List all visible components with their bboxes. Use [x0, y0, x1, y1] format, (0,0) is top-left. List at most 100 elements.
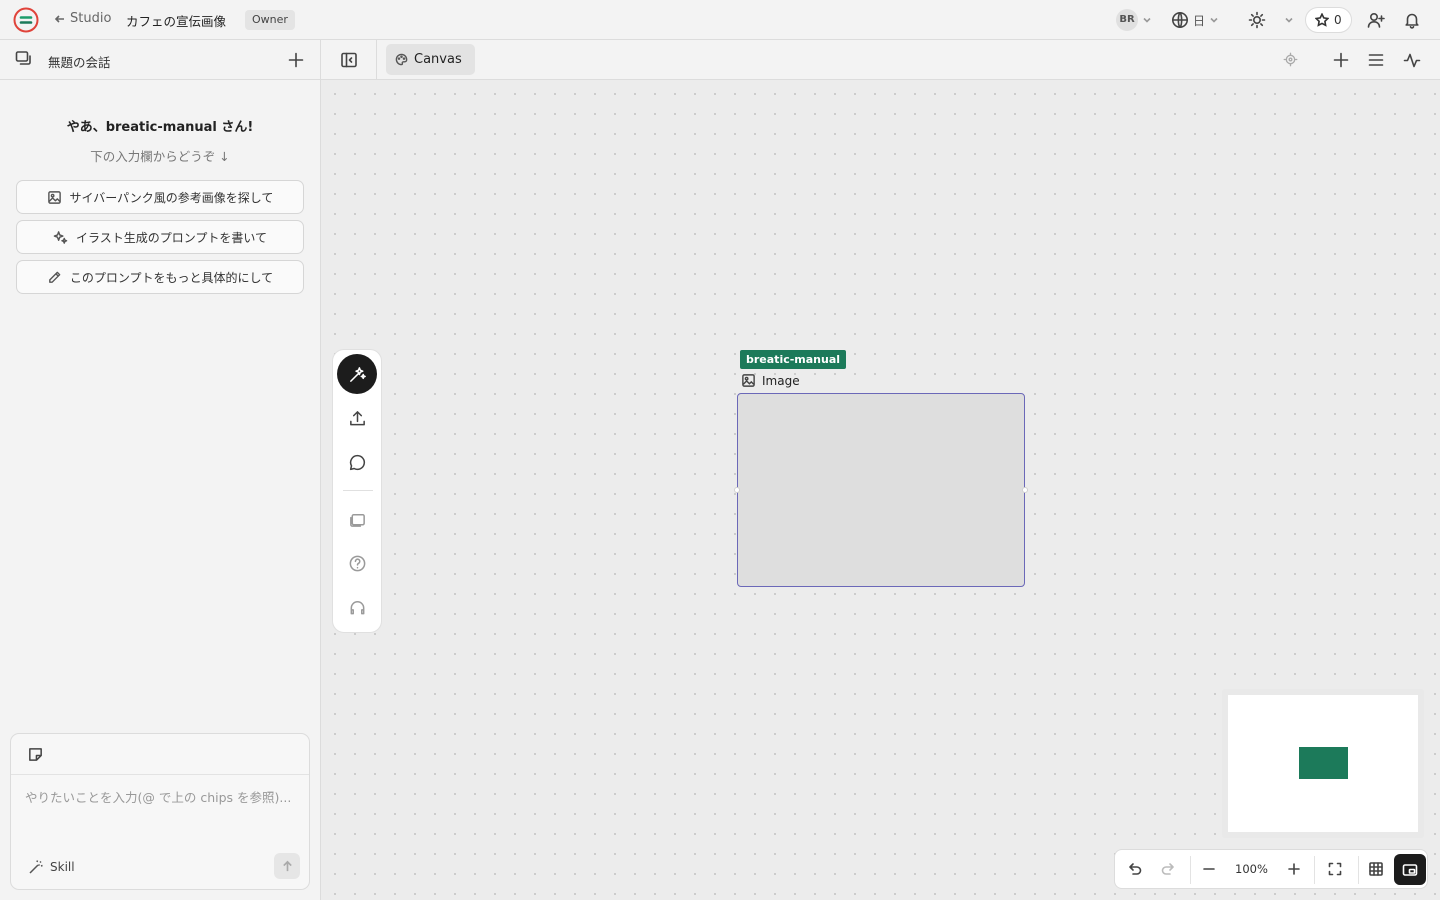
image-icon [742, 374, 755, 387]
notifications-button[interactable] [1403, 6, 1421, 34]
grid-toggle-button[interactable] [1368, 861, 1384, 877]
plus-icon [1288, 863, 1300, 875]
star-button[interactable]: 0 [1305, 6, 1352, 34]
minimap-toggle-button[interactable] [1394, 854, 1426, 885]
skill-button[interactable]: Skill [28, 859, 75, 875]
node-type-label[interactable]: Image [741, 373, 800, 388]
chip-label: イラスト生成のプロンプトを書いて [75, 230, 268, 245]
zoom-in-button[interactable] [1286, 861, 1302, 877]
chip-label: サイバーパンク風の参考画像を探して [69, 190, 274, 205]
magic-sparkle-icon [349, 366, 366, 382]
composer-divider [11, 774, 309, 775]
image-node[interactable] [734, 393, 1028, 587]
locate-button[interactable] [1283, 52, 1298, 67]
suggestion-chip-reference-image[interactable]: サイバーパンク風の参考画像を探して [16, 180, 304, 214]
conversation-header: 無題の会話 [0, 40, 320, 80]
assets-tool[interactable] [337, 499, 377, 539]
suggestion-chip-refine-prompt[interactable]: このプロンプトをもっと具体的にして [16, 260, 304, 294]
node-owner-badge: breatic-manual [740, 350, 847, 369]
user-menu-button[interactable]: BR [1116, 6, 1152, 34]
zoom-divider [1190, 856, 1191, 884]
sidebar-panel-icon [341, 52, 357, 68]
avatar: BR [1116, 9, 1138, 31]
node-type-text: Image [762, 373, 800, 388]
help-circle-icon [349, 555, 365, 571]
connection-handle-left[interactable] [734, 487, 740, 493]
support-tool[interactable] [337, 587, 377, 627]
undo-icon [1129, 863, 1142, 875]
minimap[interactable] [1222, 689, 1424, 838]
zoom-controls: 100% [1114, 849, 1428, 889]
connection-handle-right[interactable] [1022, 487, 1028, 493]
fullscreen-icon [1328, 862, 1342, 876]
add-node-button[interactable] [1332, 51, 1350, 69]
minus-icon [1203, 868, 1215, 870]
pencil-icon [48, 271, 61, 283]
toggle-sidebar-button[interactable] [340, 51, 358, 69]
folder-copy-icon [349, 513, 365, 527]
upload-icon [349, 410, 365, 425]
tab-canvas[interactable]: Canvas [386, 44, 475, 75]
grid-icon [1369, 862, 1383, 876]
chip-label: このプロンプトをもっと具体的にして [69, 270, 274, 285]
app-logo-icon[interactable] [13, 7, 39, 33]
menu-icon [1368, 54, 1384, 66]
zoom-divider [1314, 856, 1315, 884]
sparkles-icon [53, 230, 68, 244]
crosshair-icon [1283, 52, 1298, 67]
star-count: 0 [1334, 13, 1342, 27]
skill-label: Skill [50, 860, 75, 874]
bell-icon [1405, 13, 1419, 29]
fit-view-button[interactable] [1327, 861, 1343, 877]
attach-note-button[interactable] [27, 746, 44, 763]
project-title[interactable]: カフェの宣伝画像 [126, 11, 226, 30]
comment-tool[interactable] [337, 442, 377, 482]
zoom-out-button[interactable] [1201, 861, 1217, 877]
activity-button[interactable] [1403, 51, 1421, 69]
plus-icon [1333, 52, 1349, 68]
upload-tool[interactable] [337, 398, 377, 438]
ai-generate-tool[interactable] [337, 354, 377, 394]
arrow-left-icon [54, 14, 64, 23]
role-badge: Owner [245, 10, 295, 30]
new-conversation-button[interactable] [287, 51, 305, 69]
headphones-icon [350, 600, 364, 614]
canvas-toolbar: Canvas [321, 40, 1440, 80]
back-to-studio-link[interactable]: Studio [54, 11, 111, 26]
sticky-note-icon [29, 748, 42, 761]
help-tool[interactable] [337, 543, 377, 583]
zoom-level[interactable]: 100% [1235, 862, 1268, 876]
image-search-icon [47, 190, 61, 204]
conversations-icon[interactable] [15, 50, 33, 68]
send-button[interactable] [274, 853, 300, 879]
canvas-tool-palette [332, 349, 382, 633]
activity-icon [1403, 53, 1421, 68]
sun-icon [1248, 11, 1266, 29]
language-label: 日 [1193, 13, 1206, 28]
chevron-down-icon [1143, 17, 1151, 23]
tool-divider [343, 490, 373, 491]
tab-label: Canvas [414, 52, 462, 67]
arrow-up-icon [282, 860, 292, 871]
back-link-label: Studio [70, 11, 112, 26]
chevron-down-icon [1210, 17, 1218, 23]
layers-menu-button[interactable] [1367, 51, 1385, 69]
invite-user-button[interactable] [1367, 6, 1385, 34]
chat-composer: やりたいことを入力(@ で上の chips を参照)... Skill [10, 733, 310, 890]
top-bar: Studio カフェの宣伝画像 Owner BR 日 0 [0, 0, 1440, 40]
undo-button[interactable] [1127, 861, 1143, 877]
chat-bubble-icon [349, 454, 365, 470]
conversation-title[interactable]: 無題の会話 [48, 52, 111, 71]
chat-input[interactable]: やりたいことを入力(@ で上の chips を参照)... [25, 787, 291, 806]
language-selector[interactable]: 日 [1171, 6, 1219, 34]
star-icon [1315, 13, 1329, 27]
chat-sidebar: 無題の会話 やあ、breatic-manual さん! 下の入力欄からどうぞ ↓… [0, 40, 321, 900]
user-plus-icon [1367, 12, 1385, 28]
redo-button[interactable] [1160, 861, 1176, 877]
greeting-text: やあ、breatic-manual さん! [66, 120, 254, 135]
suggestion-chip-illustration-prompt[interactable]: イラスト生成のプロンプトを書いて [16, 220, 304, 254]
palette-icon [395, 53, 408, 66]
theme-toggle[interactable] [1248, 6, 1294, 34]
minimap-node [1299, 747, 1348, 779]
zoom-divider [1358, 856, 1359, 884]
